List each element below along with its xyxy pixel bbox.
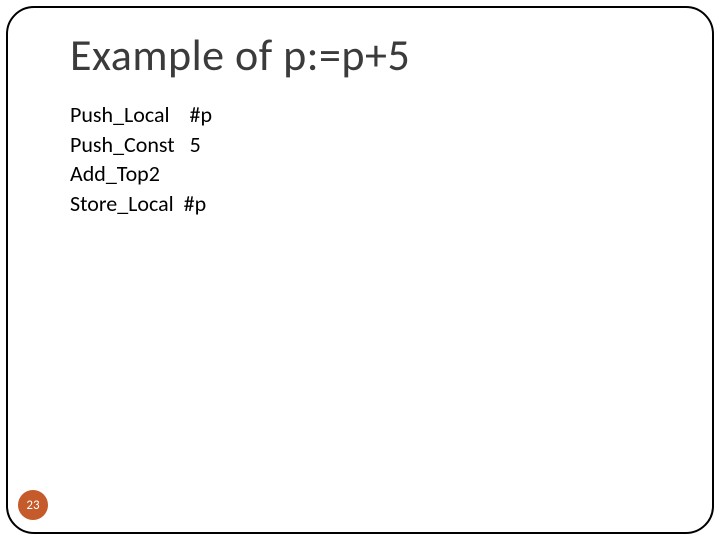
slide-body: Push_Local #p Push_Const 5 Add_Top2 Stor…: [70, 100, 212, 219]
instruction-row: Store_Local #p: [70, 189, 212, 219]
instruction-op: Push_Const: [70, 131, 175, 158]
instruction-op: Store_Local: [70, 190, 174, 217]
instruction-arg: 5: [190, 131, 201, 158]
slide-frame: [6, 6, 714, 534]
page-number-badge: 23: [18, 490, 48, 520]
instruction-op: Add_Top2: [70, 160, 160, 187]
instruction-row: Push_Const 5: [70, 130, 212, 160]
instruction-arg: #p: [190, 101, 213, 128]
instruction-arg: #p: [184, 190, 207, 217]
slide: Example of p:=p+5 Push_Local #p Push_Con…: [0, 0, 720, 540]
page-number: 23: [26, 498, 39, 513]
instruction-row: Push_Local #p: [70, 100, 212, 130]
instruction-row: Add_Top2: [70, 159, 212, 189]
instruction-op: Push_Local: [70, 101, 170, 128]
slide-title: Example of p:=p+5: [70, 28, 410, 82]
